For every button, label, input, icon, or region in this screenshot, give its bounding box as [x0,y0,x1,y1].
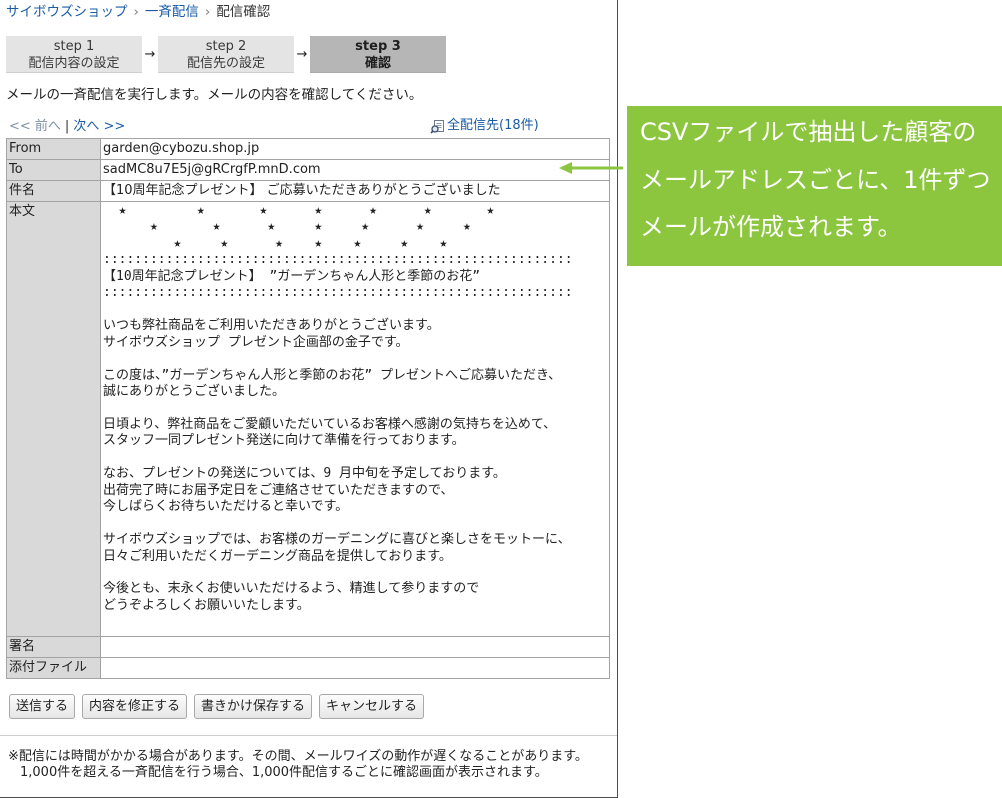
step-number: step 1 [53,38,95,54]
step-number: step 3 [355,38,401,54]
main-panel: サイボウズショップ › 一斉配信 › 配信確認 step 1 配信内容の設定 → ste… [0,0,618,798]
mail-row-subject: 件名 【10周年記念プレゼント】 ご応募いただきありがとうございました [7,181,610,202]
callout-line: メールアドレスごとに、1件ずつ [640,165,991,194]
signature-label: 署名 [7,637,101,658]
signature-value [101,637,610,658]
breadcrumb: サイボウズショップ › 一斉配信 › 配信確認 [6,3,270,21]
step-number: step 2 [205,38,247,54]
callout-line: CSVファイルで抽出した顧客の [640,118,977,146]
divider [0,735,617,736]
body-label: 本文 [7,202,101,637]
breadcrumb-separator: › [133,4,139,20]
mail-row-signature: 署名 [7,637,610,658]
body-cell: ★ ★ ★ ★ ★ ★ ★ ★ ★ ★ ★ ★ ★ ★ ★ ★ ★ ★ ★ ★ … [101,202,610,637]
body-text: ★ ★ ★ ★ ★ ★ ★ ★ ★ ★ ★ ★ ★ ★ ★ ★ ★ ★ ★ ★ … [103,203,573,613]
notes: ※配信には時間がかかる場合があります。その間、メールワイズの動作が遅くなることが… [8,749,588,781]
all-recipients-label: 全配信先(18件) [447,118,539,133]
step-1: step 1 配信内容の設定 [6,36,142,73]
all-recipients-link[interactable]: 全配信先(18件) [430,118,539,134]
to-value: sadMC8u7E5j@gRCrgfP.mnD.com [101,160,610,181]
step-arrow-icon: → [144,47,156,62]
mail-row-attachments: 添付ファイル [7,658,610,679]
next-link[interactable]: 次へ >> [73,119,125,134]
from-label: From [7,139,101,160]
mail-row-to: To sadMC8u7E5j@gRCrgfP.mnD.com [7,160,610,181]
step-arrow-icon: → [296,47,308,62]
breadcrumb-link-bulk-send[interactable]: 一斉配信 [145,4,199,20]
subject-value: 【10周年記念プレゼント】 ご応募いただきありがとうございました [101,181,610,202]
step-label: 確認 [364,55,391,71]
mail-row-from: From garden@cybozu.shop.jp [7,139,610,160]
attachments-value [101,658,610,679]
action-buttons: 送信する 内容を修正する 書きかけ保存する キャンセルする [9,694,425,719]
attachments-label: 添付ファイル [7,658,101,679]
send-button[interactable]: 送信する [9,694,76,719]
annotation-callout: CSVファイルで抽出した顧客の メールアドレスごとに、1件ずつ メールが作成され… [627,106,1002,266]
subject-label: 件名 [7,181,101,202]
prev-link: << 前へ [9,119,61,134]
to-label: To [7,160,101,181]
mail-preview-table: From garden@cybozu.shop.jp To sadMC8u7E5… [6,138,610,679]
edit-content-button[interactable]: 内容を修正する [82,694,188,719]
callout-line: メールが作成されます。 [640,213,902,241]
step-label: 配信内容の設定 [28,55,120,71]
save-draft-button[interactable]: 書きかけ保存する [194,694,313,719]
step-2: step 2 配信先の設定 [158,36,294,73]
callout-arrow-icon [559,162,623,174]
step-indicator: step 1 配信内容の設定 → step 2 配信先の設定 → step 3 … [6,36,446,73]
breadcrumb-current: 配信確認 [216,4,271,20]
pager-separator: | [64,119,70,134]
breadcrumb-separator: › [204,4,211,20]
from-value: garden@cybozu.shop.jp [101,139,610,160]
breadcrumb-link-shop[interactable]: サイボウズショップ [6,4,128,20]
mail-row-body: 本文 ★ ★ ★ ★ ★ ★ ★ ★ ★ ★ ★ ★ ★ ★ ★ ★ ★ ★ ★… [7,202,610,637]
step-label: 配信先の設定 [186,55,265,71]
note-line: 1,000件を超える一斉配信を行う場合、1,000件配信するごとに確認画面が表示… [20,765,548,780]
mail-confirm-screen: サイボウズショップ › 一斉配信 › 配信確認 step 1 配信内容の設定 → ste… [0,0,1002,798]
note-line: ※配信には時間がかかる場合があります。その間、メールワイズの動作が遅くなることが… [8,749,588,764]
pager: << 前へ | 次へ >> [9,119,125,135]
step-3-current: step 3 確認 [310,36,446,73]
recipient-list-icon [430,119,445,134]
instruction-text: メールの一斉配信を実行します。メールの内容を確認してください。 [6,87,423,103]
cancel-button[interactable]: キャンセルする [319,694,425,719]
